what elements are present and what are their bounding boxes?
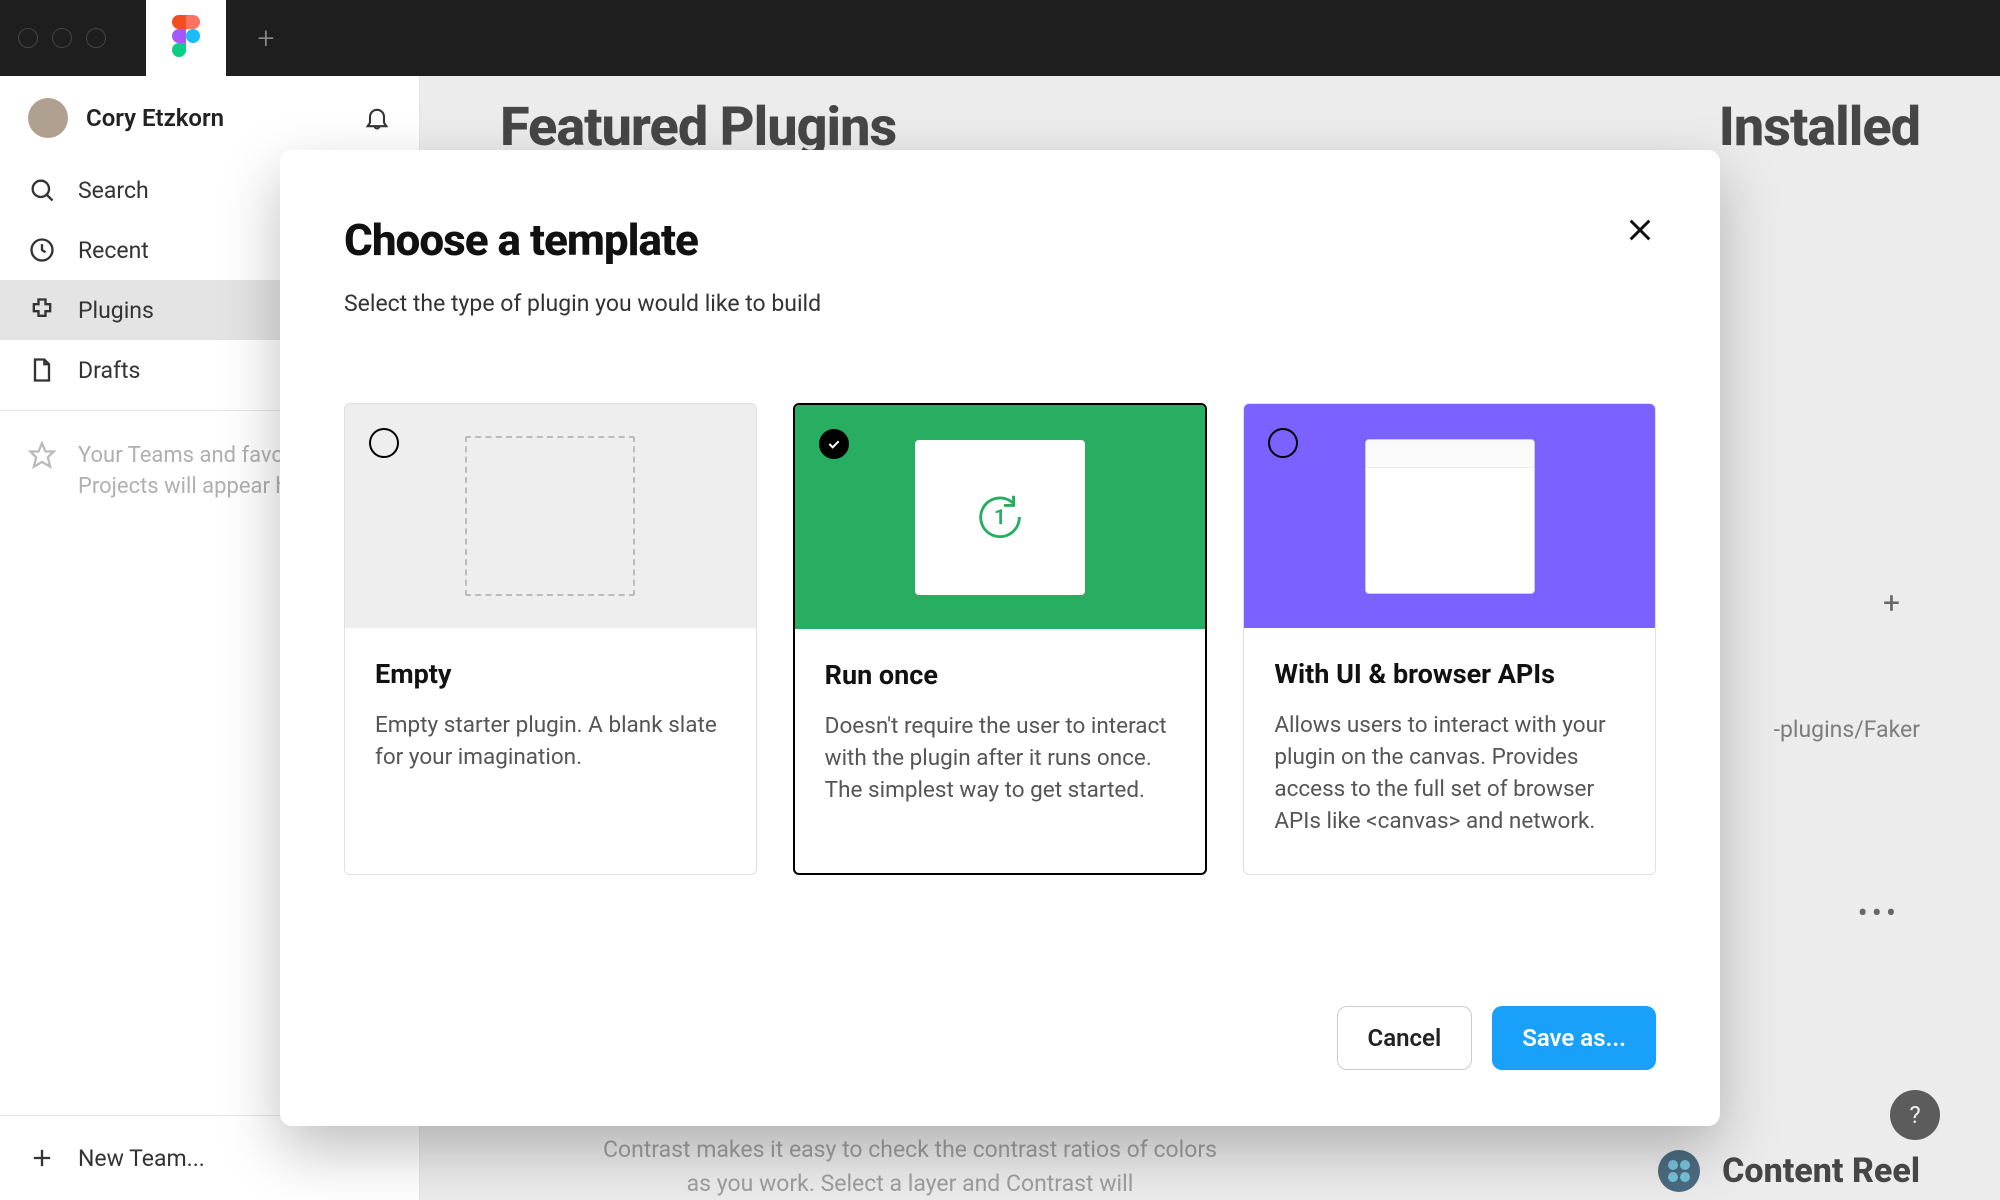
card-title: Run once [825, 659, 1176, 691]
radio-empty[interactable] [369, 428, 399, 458]
user-name: Cory Etzkorn [86, 104, 345, 132]
window-controls [18, 28, 106, 48]
bell-icon[interactable] [363, 104, 391, 132]
radio-with-ui[interactable] [1268, 428, 1298, 458]
card-title: With UI & browser APIs [1274, 658, 1625, 690]
new-team-label: New Team... [78, 1145, 205, 1172]
radio-run-once[interactable] [819, 429, 849, 459]
template-card-empty[interactable]: Empty Empty starter plugin. A blank slat… [344, 403, 757, 875]
star-icon [28, 441, 56, 469]
close-button[interactable] [1624, 214, 1656, 246]
save-as-button[interactable]: Save as... [1492, 1006, 1656, 1070]
window-minimize[interactable] [52, 28, 72, 48]
modal-title: Choose a template [344, 214, 1656, 266]
sidebar-item-label: Recent [78, 237, 149, 264]
run-once-graphic: 1 [915, 440, 1085, 595]
cancel-button[interactable]: Cancel [1337, 1006, 1473, 1070]
plugin-icon [28, 296, 56, 324]
user-row[interactable]: Cory Etzkorn [0, 76, 419, 160]
card-desc: Empty starter plugin. A blank slate for … [375, 710, 726, 774]
home-tab[interactable] [146, 0, 226, 76]
sidebar-item-label: Drafts [78, 357, 140, 384]
template-card-with-ui[interactable]: With UI & browser APIs Allows users to i… [1243, 403, 1656, 875]
plus-icon [28, 1144, 56, 1172]
template-modal: Choose a template Select the type of plu… [280, 150, 1720, 1126]
card-desc: Allows users to interact with your plugi… [1274, 710, 1625, 838]
figma-logo-icon [172, 15, 200, 61]
svg-text:1: 1 [994, 505, 1006, 530]
avatar [28, 98, 68, 138]
search-icon [28, 176, 56, 204]
new-team-button[interactable]: New Team... [0, 1116, 419, 1200]
file-icon [28, 356, 56, 384]
titlebar: + [0, 0, 2000, 76]
window-maximize[interactable] [86, 28, 106, 48]
clock-icon [28, 236, 56, 264]
card-title: Empty [375, 658, 726, 690]
card-desc: Doesn't require the user to interact wit… [825, 711, 1176, 807]
window-close[interactable] [18, 28, 38, 48]
sidebar-item-label: Plugins [78, 297, 154, 324]
modal-subtitle: Select the type of plugin you would like… [344, 290, 1656, 317]
browser-window-icon [1365, 439, 1535, 594]
empty-box-icon [465, 436, 635, 596]
sidebar-item-label: Search [78, 177, 149, 204]
template-card-run-once[interactable]: 1 Run once Doesn't require the user to i… [793, 403, 1208, 875]
new-tab-button[interactable]: + [226, 0, 306, 76]
